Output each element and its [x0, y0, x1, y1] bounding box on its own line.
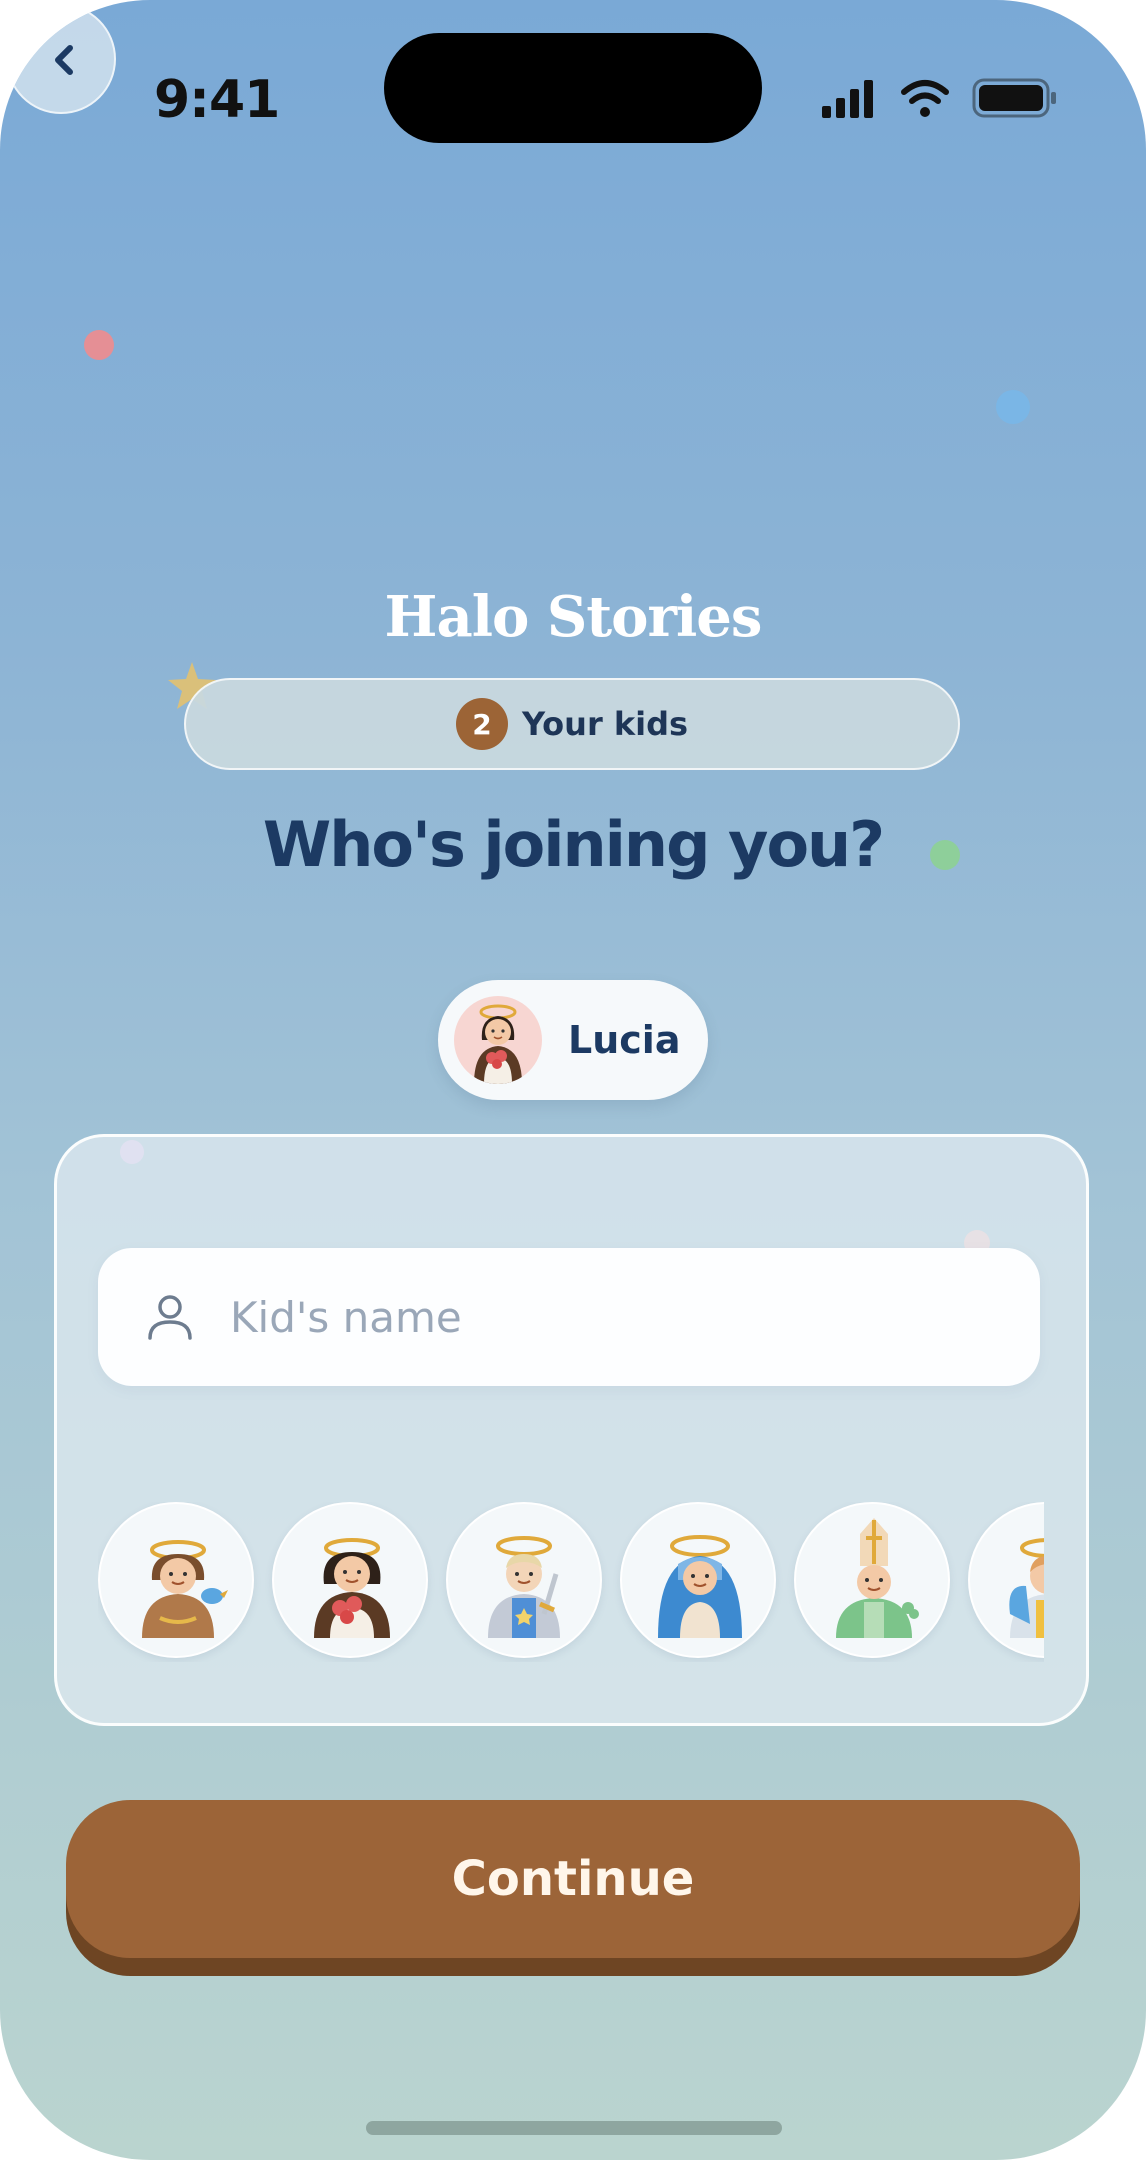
- back-button[interactable]: [6, 4, 116, 114]
- saint-bishop-mitre-avatar: [836, 1518, 919, 1638]
- saint-with-roses-avatar: [314, 1538, 390, 1638]
- added-kid-name: Lucia: [568, 1018, 681, 1062]
- confetti-dot: [84, 330, 114, 360]
- wifi-icon: [901, 80, 949, 117]
- avatar-option-1[interactable]: [98, 1502, 254, 1658]
- avatar-option-5[interactable]: [794, 1502, 950, 1658]
- saint-blue-veil-avatar: [658, 1535, 742, 1638]
- page-heading: Who's joining you?: [262, 808, 885, 881]
- saint-with-roses-avatar: [454, 996, 542, 1084]
- step-label: Your kids: [521, 705, 689, 743]
- avatar-option-6[interactable]: [968, 1502, 1044, 1658]
- avatar-option-2[interactable]: [272, 1502, 428, 1658]
- avatar-picker: [98, 1502, 1044, 1662]
- added-kid-chip[interactable]: Lucia: [438, 980, 708, 1100]
- saint-with-sword-avatar: [488, 1536, 560, 1638]
- chevron-left-icon: [55, 45, 73, 75]
- continue-button[interactable]: Continue: [66, 1800, 1080, 1958]
- avatar-option-4[interactable]: [620, 1502, 776, 1658]
- step-number-badge: 2: [455, 698, 508, 750]
- app-screen: 9:41 Halo Stories 2 Your kids Who's join…: [0, 0, 1146, 2160]
- person-icon: [148, 1295, 192, 1340]
- dynamic-island: [384, 33, 762, 143]
- app-title: Halo Stories: [384, 584, 763, 650]
- kid-name-input[interactable]: [228, 1276, 992, 1358]
- status-time: 9:41: [154, 70, 280, 130]
- confetti-dot: [996, 390, 1030, 424]
- saint-with-bluebird-avatar: [142, 1540, 228, 1638]
- step-indicator: 2 Your kids: [184, 678, 960, 770]
- cellular-signal-icon: [822, 80, 873, 118]
- battery-icon: [972, 78, 1056, 118]
- avatar-option-3[interactable]: [446, 1502, 602, 1658]
- saint-blue-cape-avatar: [1009, 1538, 1044, 1638]
- home-indicator: [366, 2121, 782, 2135]
- kid-name-field[interactable]: [98, 1248, 1040, 1386]
